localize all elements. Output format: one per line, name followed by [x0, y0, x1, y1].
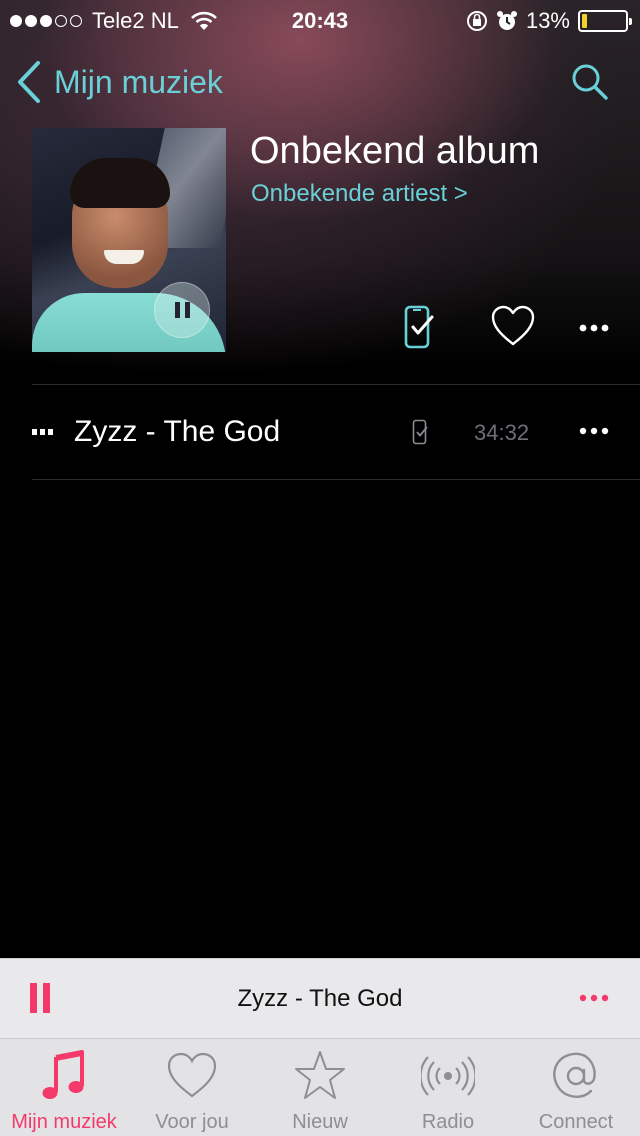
- tab-label: Nieuw: [292, 1111, 348, 1133]
- track-duration: 34:32: [474, 420, 530, 445]
- rotation-lock-icon: [466, 11, 487, 31]
- battery-icon: [578, 10, 632, 32]
- mini-player[interactable]: Zyzz - The God: [0, 958, 640, 1038]
- star-icon: [295, 1051, 345, 1099]
- now-playing-indicator-icon: [32, 429, 53, 435]
- tab-bar: Mijn muziek Voor jou Nieuw Radio Connect: [0, 1038, 640, 1136]
- tab-connect[interactable]: Connect: [512, 1039, 640, 1136]
- radio-icon: [421, 1056, 475, 1096]
- heart-icon: [167, 1052, 217, 1098]
- battery-percent: 13%: [525, 8, 570, 33]
- album-title: Onbekend album: [250, 130, 540, 172]
- mini-player-title[interactable]: Zyzz - The God: [0, 985, 640, 1013]
- tab-label: Radio: [421, 1111, 475, 1133]
- status-right: 13%: [466, 8, 632, 34]
- tab-radio[interactable]: Radio: [384, 1039, 512, 1136]
- mini-player-more-icon[interactable]: [578, 983, 610, 1013]
- artwork-pause-button[interactable]: [154, 282, 210, 338]
- back-button[interactable]: Mijn muziek: [16, 60, 223, 104]
- track-title: Zyzz - The God: [74, 415, 281, 448]
- chevron-left-icon: [18, 61, 40, 103]
- album-artwork[interactable]: [32, 128, 226, 352]
- pause-bar: [184, 302, 190, 318]
- music-note-icon: [42, 1050, 84, 1099]
- artist-link[interactable]: Onbekende artiest >: [251, 180, 468, 208]
- downloaded-to-device-icon: [412, 419, 428, 445]
- tab-mijn-muziek[interactable]: Mijn muziek: [0, 1039, 128, 1136]
- at-sign-icon: [553, 1052, 596, 1098]
- tab-label: Voor jou: [155, 1111, 229, 1133]
- track-row[interactable]: Zyzz - The God 34:32: [0, 385, 640, 479]
- tab-label: Connect: [538, 1111, 614, 1133]
- pause-bar: [174, 302, 180, 318]
- tab-nieuw[interactable]: Nieuw: [256, 1039, 384, 1136]
- battery-fill: [582, 14, 587, 28]
- downloaded-to-device-icon[interactable]: [404, 305, 434, 351]
- artwork-smile: [104, 250, 144, 264]
- search-icon[interactable]: [570, 62, 610, 102]
- tab-label: Mijn muziek: [11, 1111, 117, 1133]
- status-bar: Tele2 NL 20:43 13%: [0, 0, 640, 40]
- divider: [32, 479, 640, 480]
- tab-voor-jou[interactable]: Voor jou: [128, 1039, 256, 1136]
- back-button-label: Mijn muziek: [54, 63, 223, 100]
- more-options-icon[interactable]: [578, 305, 610, 351]
- heart-icon[interactable]: [490, 304, 536, 348]
- artwork-hair: [70, 158, 170, 208]
- track-more-options-icon[interactable]: [578, 415, 610, 447]
- alarm-icon: [496, 11, 517, 30]
